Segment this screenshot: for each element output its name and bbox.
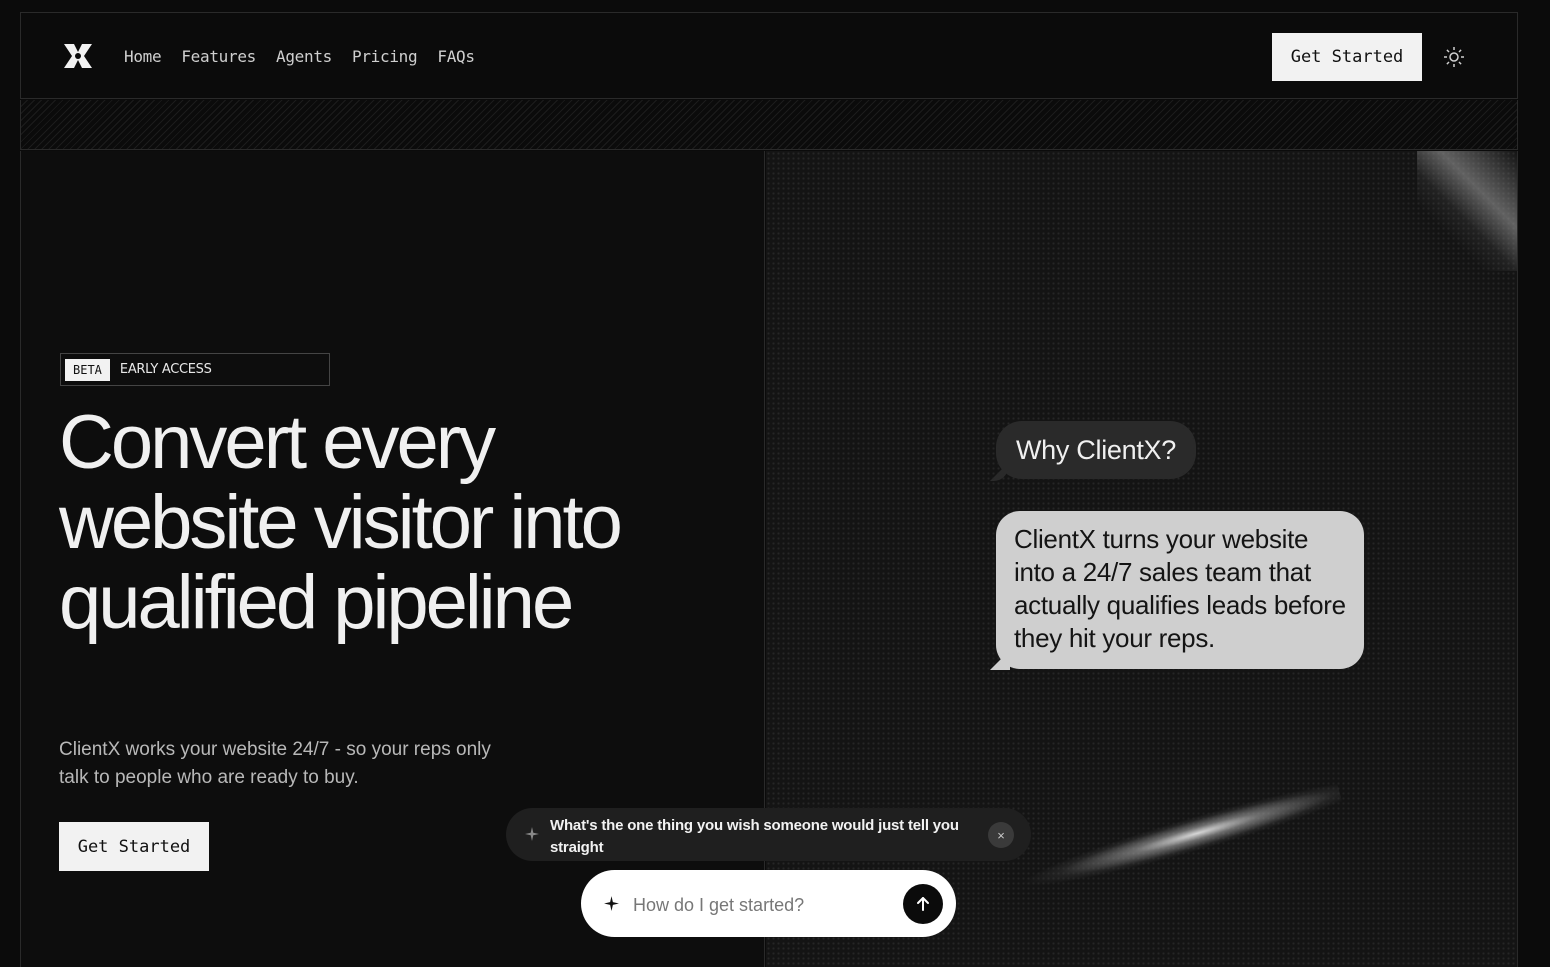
decorative-streak bbox=[1417, 151, 1517, 271]
nav-home[interactable]: Home bbox=[124, 47, 162, 66]
site-header: Home Features Agents Pricing FAQs Get St… bbox=[20, 12, 1518, 99]
badge-text: EARLY ACCESS bbox=[119, 362, 212, 377]
headline-line: Convert every bbox=[59, 400, 496, 485]
sparkle-icon bbox=[604, 896, 619, 911]
headline-line: website visitor into bbox=[59, 480, 623, 565]
sun-icon[interactable] bbox=[1442, 45, 1466, 69]
x-logo-icon[interactable] bbox=[61, 41, 95, 71]
chat-input-bar bbox=[581, 870, 956, 937]
headline-line: qualified pipeline bbox=[59, 560, 574, 645]
arrow-up-icon bbox=[917, 897, 929, 911]
sparkle-icon bbox=[525, 827, 539, 841]
decorative-streak bbox=[1017, 776, 1345, 900]
close-icon[interactable]: × bbox=[988, 822, 1014, 848]
chat-suggestion[interactable]: What's the one thing you wish someone wo… bbox=[506, 808, 1031, 861]
send-button[interactable] bbox=[903, 884, 943, 924]
suggestion-text: What's the one thing you wish someone wo… bbox=[550, 817, 959, 856]
nav-pricing[interactable]: Pricing bbox=[352, 47, 418, 66]
nav-faqs[interactable]: FAQs bbox=[437, 47, 475, 66]
nav-agents[interactable]: Agents bbox=[276, 47, 332, 66]
chat-input[interactable] bbox=[631, 890, 890, 920]
question-bubble: Why ClientX? bbox=[996, 421, 1196, 479]
hero-get-started-button[interactable]: Get Started bbox=[59, 822, 209, 871]
beta-badge: BETA EARLY ACCESS bbox=[60, 353, 330, 386]
hero-subtitle: ClientX works your website 24/7 - so you… bbox=[59, 739, 491, 788]
header-get-started-button[interactable]: Get Started bbox=[1272, 33, 1422, 81]
main-nav: Home Features Agents Pricing FAQs bbox=[124, 13, 495, 100]
hatched-divider bbox=[20, 100, 1518, 150]
badge-tag: BETA bbox=[65, 358, 110, 381]
nav-features[interactable]: Features bbox=[181, 47, 256, 66]
hero-headline: Convert every website visitor into quali… bbox=[59, 403, 759, 643]
answer-bubble: ClientX turns your website into a 24/7 s… bbox=[996, 511, 1364, 669]
